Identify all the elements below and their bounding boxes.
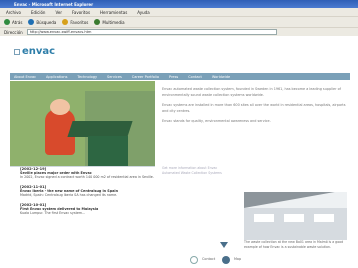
nav-contact[interactable]: Contact	[188, 75, 202, 79]
menu-item-file[interactable]: Archivo	[6, 10, 21, 15]
news-item[interactable]: [2002-11-01] Envac Iberia - the new name…	[20, 185, 155, 197]
menu-item-tools[interactable]: Herramientas	[100, 10, 127, 15]
star-icon	[62, 19, 69, 25]
browser-window: Envac - Microsoft Internet Explorer Arch…	[0, 0, 358, 268]
toolbar: Atrás Búsqueda Favoritos Multimedia	[0, 16, 358, 27]
window-title: Envac - Microsoft Internet Explorer	[14, 1, 94, 7]
hero-image	[10, 81, 155, 167]
logo-text: envac	[22, 46, 56, 57]
down-arrow-icon[interactable]	[220, 242, 228, 248]
contact-label: Contact	[202, 257, 216, 261]
nav-applications[interactable]: Applications	[46, 75, 67, 79]
building-window	[284, 214, 304, 222]
menu-bar: Archivo Edición Ver Favoritos Herramient…	[0, 8, 358, 16]
map-label: Map	[234, 257, 242, 261]
building-window	[254, 214, 274, 222]
nav-worldwide[interactable]: Worldwide	[212, 75, 230, 79]
news-body: Kuala Lumpur. The first Envac system...	[20, 211, 86, 215]
hero-bin-lid	[67, 121, 133, 137]
site-nav: About Envac Applications Technology Serv…	[10, 73, 350, 80]
nav-press[interactable]: Press	[169, 75, 178, 79]
title-bar: Envac - Microsoft Internet Explorer	[0, 0, 358, 8]
contact-icon[interactable]	[190, 256, 198, 264]
news-item[interactable]: [2002-12-19] Seville places major order …	[20, 167, 155, 179]
hero-bin	[88, 136, 128, 167]
nav-career[interactable]: Career Portfolio	[132, 75, 159, 79]
back-button[interactable]: Atrás	[4, 19, 22, 25]
menu-item-edit[interactable]: Edición	[31, 10, 45, 15]
news-body: In 2002, Envac signed a contract worth 1…	[20, 175, 154, 179]
menu-item-help[interactable]: Ayuda	[137, 10, 149, 15]
map-icon[interactable]	[222, 256, 230, 264]
hero-face	[50, 99, 70, 115]
intro-text: Envac automated waste collection system,…	[162, 86, 347, 128]
nav-services[interactable]: Services	[107, 75, 122, 79]
media-icon	[94, 19, 101, 25]
address-label: Dirección	[4, 29, 23, 35]
nav-about[interactable]: About Envac	[14, 75, 36, 79]
menu-item-view[interactable]: Ver	[55, 10, 62, 15]
intro-paragraph-1: Envac automated waste collection system,…	[162, 87, 341, 97]
address-bar: Dirección http://www.envac-swiff-envacs.…	[0, 27, 358, 36]
site-logo[interactable]: envac	[14, 46, 55, 57]
logo-mark-icon	[14, 48, 20, 55]
search-icon	[28, 19, 35, 25]
search-button[interactable]: Búsqueda	[28, 19, 56, 25]
building-roof	[244, 192, 347, 208]
news-body: Madrid, Spain: Centralsug Iberia SA has …	[20, 193, 118, 197]
nav-technology[interactable]: Technology	[77, 75, 97, 79]
media-button[interactable]: Multimedia	[94, 19, 125, 25]
building-window	[314, 214, 334, 222]
menu-item-favorites[interactable]: Favoritos	[72, 10, 90, 15]
news-item[interactable]: [2002-10-01] First Envac system delivere…	[20, 203, 155, 215]
intro-paragraph-3: Envac stands for quality, environmental …	[162, 119, 271, 123]
back-icon	[4, 19, 10, 25]
favorites-button[interactable]: Favoritos	[62, 19, 88, 25]
info-text: Get more information about Envac Automat…	[162, 166, 222, 175]
right-content: Get more information about Envac Automat…	[162, 166, 347, 268]
intro-paragraph-2: Envac systems are installed in more than…	[162, 103, 346, 113]
news-list: [2002-12-19] Seville places major order …	[10, 166, 155, 268]
icon-row: Contact Map	[162, 230, 347, 268]
address-input[interactable]: http://www.envac-swiff-envacs.htm	[26, 29, 277, 35]
